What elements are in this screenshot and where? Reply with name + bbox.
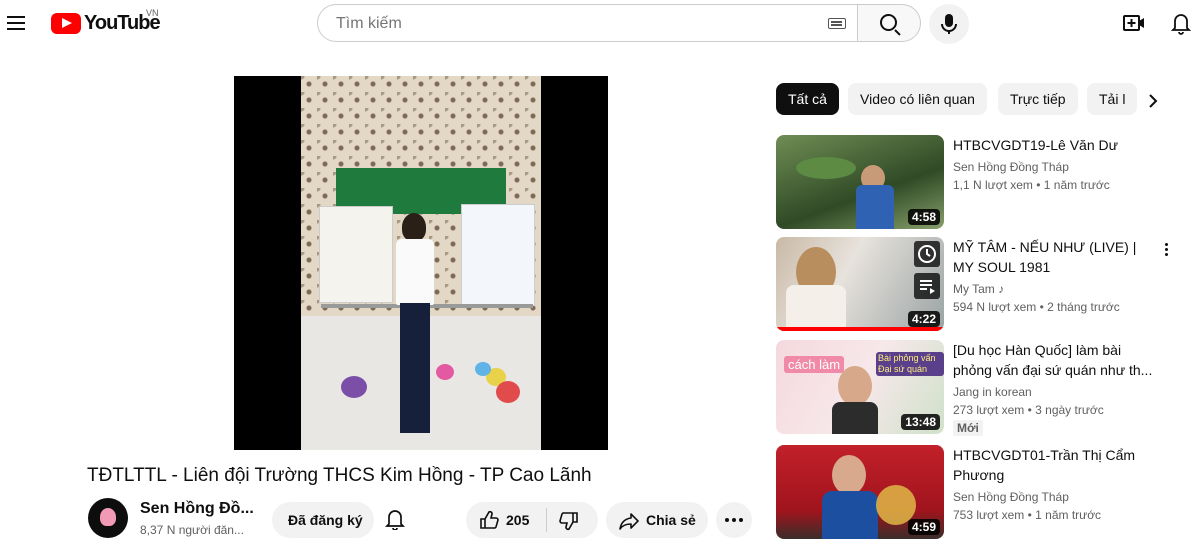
channel-avatar[interactable]	[88, 498, 128, 538]
like-dislike-group: 205	[466, 502, 598, 538]
duration-badge: 4:59	[907, 519, 940, 535]
recommendation-channel[interactable]: Sen Hồng Đồng Tháp	[953, 490, 1069, 504]
video-thumbnail[interactable]: 4:59	[776, 445, 944, 539]
watch-progress	[776, 327, 944, 331]
recommendation-channel[interactable]: Jang in korean	[953, 385, 1032, 399]
subscribed-button[interactable]: Đã đăng ký	[272, 502, 374, 538]
recommendation-meta: 594 N lượt xem • 2 tháng trước	[953, 300, 1120, 314]
recommendation-meta: 273 lượt xem • 3 ngày trước	[953, 403, 1104, 417]
watch-later-icon[interactable]	[914, 241, 940, 267]
chip-all[interactable]: Tất cả	[776, 83, 839, 115]
more-actions-button[interactable]	[716, 502, 752, 538]
new-badge: Mới	[953, 420, 983, 436]
create-video-button[interactable]	[1121, 10, 1147, 36]
video-title: TĐTLTTL - Liên đội Trường THCS Kim Hồng …	[87, 465, 592, 486]
thumbnail-caption: cách làm	[784, 356, 845, 373]
subscriber-count: 8,37 N người đăn...	[140, 523, 244, 537]
share-icon	[619, 513, 639, 530]
region-label: VN	[146, 8, 159, 18]
filter-chips: Tất cả Video có liên quan Trực tiếp Tải …	[776, 83, 1166, 117]
microphone-icon	[941, 14, 957, 34]
keyboard-icon[interactable]	[828, 18, 846, 29]
search-button[interactable]	[857, 4, 921, 42]
chip-live[interactable]: Trực tiếp	[998, 83, 1078, 115]
more-vert-icon[interactable]	[1162, 241, 1170, 261]
menu-icon[interactable]	[4, 8, 28, 38]
voice-search-button[interactable]	[929, 4, 969, 44]
recommendation-title[interactable]: [Du học Hàn Quốc] làm bài phỏng vấn đại …	[953, 340, 1153, 380]
recommendation-title[interactable]: HTBCVGDT19-Lê Văn Dư	[953, 135, 1153, 155]
recommendation-meta: 1,1 N lượt xem • 1 năm trước	[953, 178, 1110, 192]
like-count: 205	[506, 512, 530, 528]
subscribed-label: Đã đăng ký	[288, 512, 363, 528]
video-frame	[301, 76, 541, 450]
bell-icon	[384, 510, 406, 531]
thumbnail-caption: Bài phỏng vấn Đại sứ quán	[876, 352, 944, 376]
music-note-icon: ♪	[998, 282, 1005, 296]
recommendation-item[interactable]: 4:22 MỸ TÂM - NẾU NHƯ (LIVE) | MY SOUL 1…	[776, 237, 1196, 333]
play-icon	[51, 12, 81, 34]
search-box	[317, 4, 857, 42]
thumbs-down-icon[interactable]	[558, 510, 580, 532]
chevron-right-icon[interactable]	[1140, 88, 1166, 114]
video-thumbnail[interactable]: 4:22	[776, 237, 944, 331]
recommendation-title[interactable]: HTBCVGDT01-Trần Thị Cẩm Phương	[953, 445, 1153, 485]
video-player[interactable]	[234, 76, 608, 450]
share-button[interactable]: Chia sẻ	[606, 502, 708, 538]
recommendation-title[interactable]: MỸ TÂM - NẾU NHƯ (LIVE) | MY SOUL 1981	[953, 237, 1153, 277]
duration-badge: 13:48	[901, 414, 940, 430]
channel-name[interactable]: Sen Hồng Đồ...	[140, 500, 254, 518]
bell-icon	[1170, 14, 1192, 35]
video-thumbnail[interactable]: cách làm Bài phỏng vấn Đại sứ quán 13:48	[776, 340, 944, 434]
recommendation-item[interactable]: 4:58 HTBCVGDT19-Lê Văn Dư Sen Hồng Đồng …	[776, 135, 1196, 231]
duration-badge: 4:22	[907, 311, 940, 327]
youtube-logo[interactable]: YouTube	[51, 10, 161, 36]
recommendation-channel[interactable]: My Tam ♪	[953, 282, 1004, 296]
video-thumbnail[interactable]: 4:58	[776, 135, 944, 229]
recommendation-meta: 753 lượt xem • 1 năm trước	[953, 508, 1102, 522]
recommendation-item[interactable]: 4:59 HTBCVGDT01-Trần Thị Cẩm Phương Sen …	[776, 445, 1196, 541]
top-bar: YouTube VN	[0, 0, 1202, 48]
notifications-button[interactable]	[1168, 10, 1194, 36]
duration-badge: 4:58	[907, 209, 940, 225]
share-label: Chia sẻ	[646, 512, 696, 528]
add-to-queue-icon[interactable]	[914, 273, 940, 299]
chip-download[interactable]: Tải l	[1087, 83, 1138, 115]
video-plus-icon	[1123, 15, 1144, 31]
more-horizontal-icon	[725, 518, 743, 522]
recommendation-item[interactable]: cách làm Bài phỏng vấn Đại sứ quán 13:48…	[776, 340, 1196, 436]
search-icon	[880, 14, 897, 31]
channel-bell-button[interactable]	[384, 508, 406, 531]
chip-related[interactable]: Video có liên quan	[848, 83, 987, 115]
recommendation-channel[interactable]: Sen Hồng Đồng Tháp	[953, 160, 1069, 174]
search-input[interactable]	[334, 14, 818, 34]
thumbs-up-icon[interactable]	[478, 509, 500, 531]
